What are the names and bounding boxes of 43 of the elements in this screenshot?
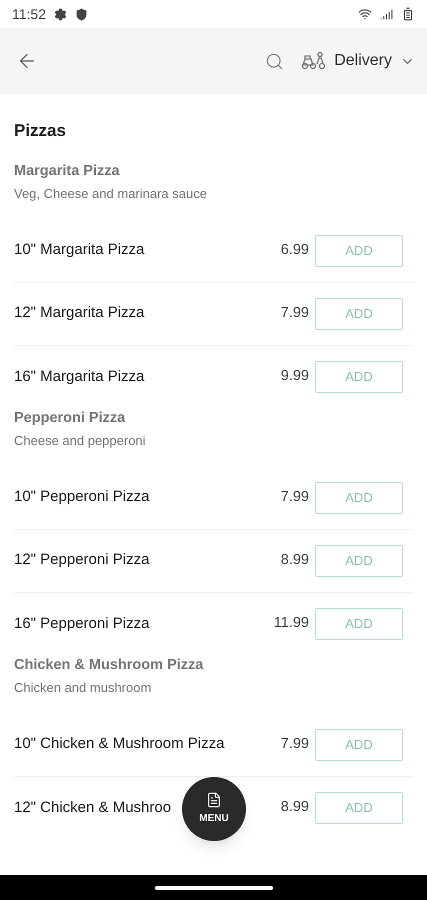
item-name: 10" Chicken & Mushroom Pizza bbox=[14, 734, 224, 754]
home-indicator[interactable] bbox=[154, 886, 272, 890]
item-name: 12" Chicken & Mushroo bbox=[14, 798, 172, 818]
group-title: Chicken & Mushroom Pizza bbox=[14, 656, 204, 674]
item-name: 16" Margarita Pizza bbox=[14, 366, 144, 387]
item-price: 11.99 bbox=[274, 614, 309, 634]
item-price: 7.99 bbox=[280, 734, 309, 754]
item-name: 10" Margarita Pizza bbox=[14, 240, 144, 260]
battery-icon bbox=[401, 7, 415, 21]
add-button[interactable]: ADD bbox=[315, 234, 403, 266]
add-button[interactable]: ADD bbox=[315, 298, 403, 330]
group-description: Chicken and mushroom bbox=[14, 680, 152, 696]
add-button[interactable]: ADD bbox=[315, 608, 403, 640]
group-description: Veg, Cheese and marinara sauce bbox=[14, 186, 208, 202]
search-icon bbox=[265, 52, 284, 70]
group-title: Margarita Pizza bbox=[14, 162, 121, 180]
item-name: 12" Pepperoni Pizza bbox=[14, 550, 150, 570]
item-name: 12" Margarita Pizza bbox=[14, 303, 144, 324]
scooter-icon bbox=[300, 51, 326, 71]
menu-fab[interactable]: MENU bbox=[182, 777, 246, 841]
delivery-dropdown[interactable]: Delivery bbox=[300, 49, 415, 73]
add-button[interactable]: ADD bbox=[315, 482, 403, 514]
add-button[interactable]: ADD bbox=[315, 544, 403, 576]
item-price: 8.99 bbox=[280, 798, 309, 818]
add-button[interactable]: ADD bbox=[315, 361, 403, 393]
item-price: 8.99 bbox=[280, 550, 309, 570]
item-name: 16" Pepperoni Pizza bbox=[14, 614, 150, 634]
item-price: 9.99 bbox=[280, 367, 309, 386]
document-icon bbox=[206, 792, 222, 808]
add-button[interactable]: ADD bbox=[315, 728, 403, 760]
shield-icon bbox=[75, 8, 88, 20]
group-description: Cheese and pepperoni bbox=[14, 432, 147, 448]
item-price: 7.99 bbox=[280, 488, 309, 507]
item-name: 10" Pepperoni Pizza bbox=[14, 487, 150, 508]
add-button[interactable]: ADD bbox=[315, 792, 403, 824]
signal-icon bbox=[380, 8, 393, 20]
wifi-icon bbox=[358, 7, 372, 21]
item-price: 7.99 bbox=[280, 304, 309, 323]
status-time: 11:52 bbox=[12, 4, 46, 24]
section-title: Pizzas bbox=[14, 120, 67, 142]
item-price: 6.99 bbox=[280, 240, 309, 260]
settings-icon bbox=[54, 8, 67, 20]
group-title: Pepperoni Pizza bbox=[14, 408, 126, 426]
